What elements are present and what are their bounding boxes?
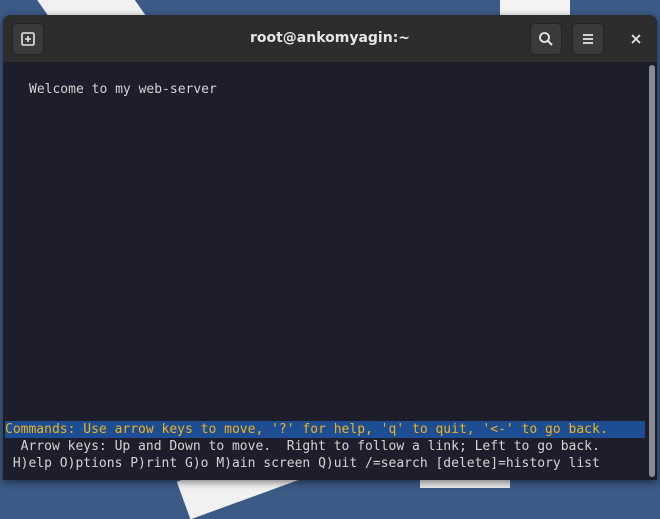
terminal-area[interactable]: Welcome to my web-server Commands: Use a…	[3, 63, 657, 480]
scrollbar[interactable]	[647, 63, 657, 480]
menu-button[interactable]	[572, 23, 604, 55]
close-icon	[631, 34, 641, 44]
close-button[interactable]	[620, 23, 652, 55]
help-menu-line: H)elp O)ptions P)rint G)o M)ain screen Q…	[5, 456, 600, 471]
scrollbar-thumb[interactable]	[649, 65, 655, 477]
arrow-keys-hint: Arrow keys: Up and Down to move. Right t…	[5, 439, 600, 454]
headerbar: root@ankomyagin:~	[3, 15, 657, 63]
hamburger-menu-icon	[583, 34, 593, 44]
page-text: Welcome to my web-server	[29, 82, 217, 97]
commands-hint: Commands: Use arrow keys to move, '?' fo…	[5, 422, 608, 437]
terminal-window: root@ankomyagin:~ Welcome to my web-serv…	[3, 15, 657, 480]
search-icon	[539, 32, 553, 46]
search-button[interactable]	[530, 23, 562, 55]
